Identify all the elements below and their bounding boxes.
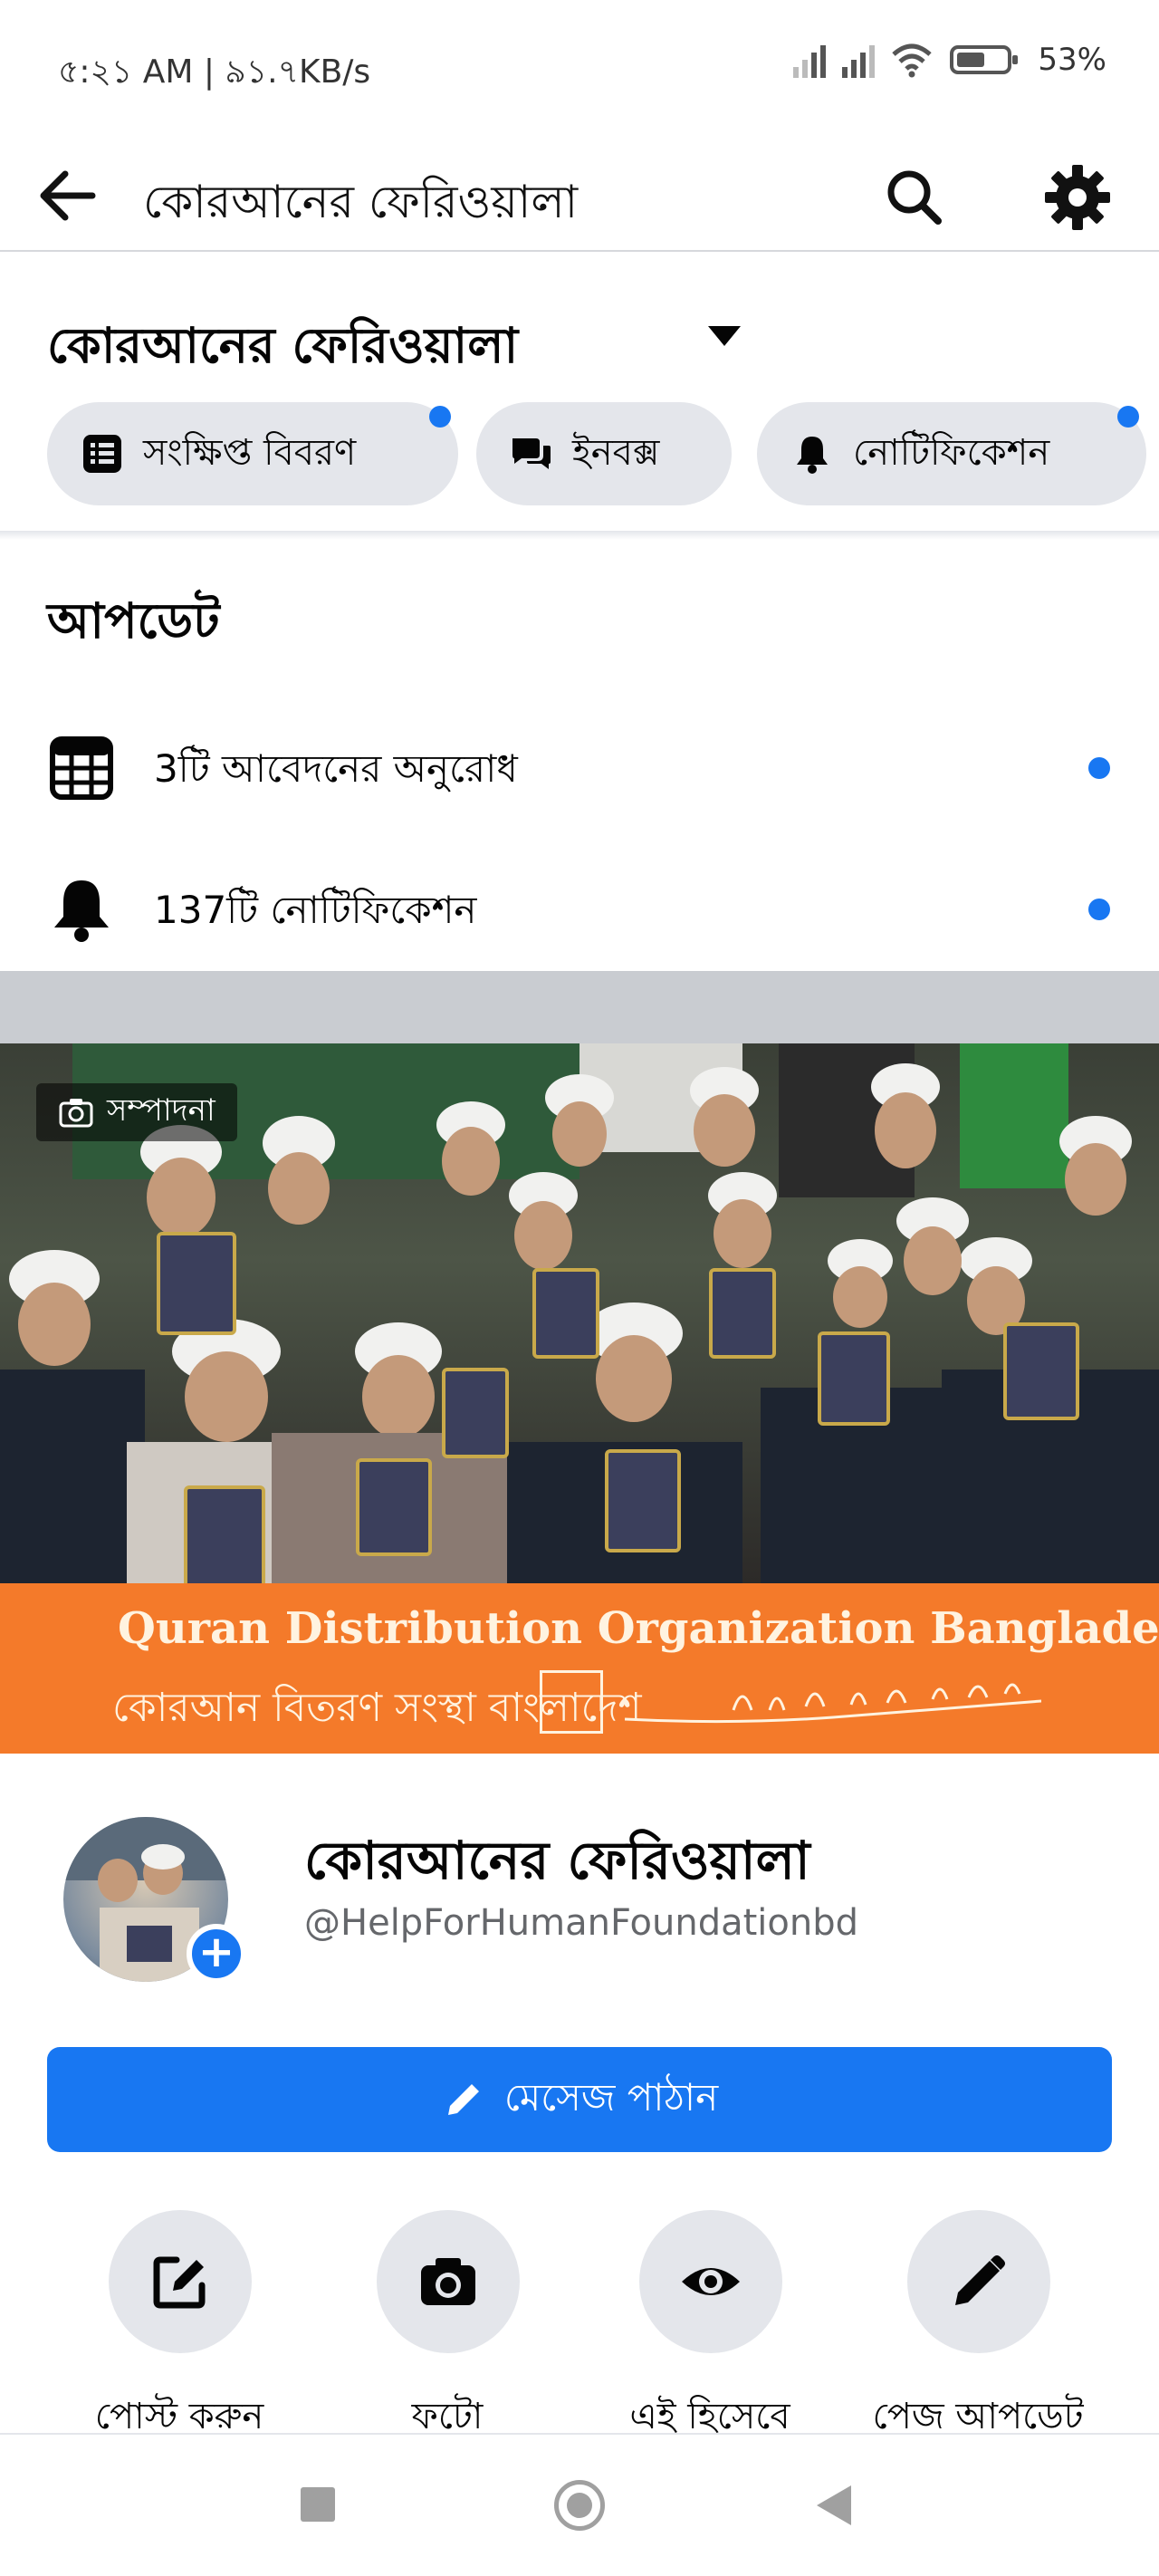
caret-down-icon[interactable] <box>704 322 744 350</box>
gear-icon[interactable] <box>1039 159 1116 235</box>
camera-icon <box>59 1099 93 1128</box>
photo-button[interactable] <box>377 2210 520 2353</box>
view-as-button[interactable] <box>639 2210 782 2353</box>
list-icon <box>83 435 121 473</box>
divider-line <box>0 2433 1159 2435</box>
app-header: কোরআনের ফেরিওয়ালা <box>0 136 1159 252</box>
page-update-label: পেজ আপডেট <box>872 2396 1084 2437</box>
wifi-icon <box>892 43 933 78</box>
battery-percent: 53% <box>1038 42 1106 78</box>
update-notifications-row[interactable]: 137টি নোটিফিকেশন <box>0 846 1159 955</box>
notifications-text: 137টি নোটিফিকেশন <box>154 888 477 932</box>
view-as-label: এই হিসেবে <box>629 2396 790 2437</box>
page-update-button[interactable] <box>907 2210 1050 2353</box>
requests-text: 3টি আবেদনের অনুরোধ <box>154 746 518 791</box>
create-post-button[interactable] <box>109 2210 252 2353</box>
search-icon[interactable] <box>878 161 951 234</box>
compose-icon <box>153 2256 206 2309</box>
profile-handle: @HelpForHumanFoundationbd <box>304 1902 859 1944</box>
organization-logo-icon <box>540 1670 603 1734</box>
new-indicator-dot <box>1117 406 1139 428</box>
chat-bubbles-icon <box>512 438 551 469</box>
about-pill-label: সংক্ষিপ্ত বিবরণ <box>143 431 357 474</box>
edit-cover-label: সম্পাদনা <box>107 1091 216 1129</box>
section-divider <box>0 971 1159 1043</box>
notifications-pill-label: নোটিফিকেশন <box>853 431 1050 474</box>
status-bar: ৫:২১ AM | ৯১.৭KB/s 53% <box>0 0 1159 136</box>
view-as-action[interactable]: এই হিসেবে <box>601 2210 819 2437</box>
status-icons: 53% <box>793 42 1106 78</box>
add-profile-photo-icon[interactable]: + <box>187 1924 246 1984</box>
photo-label: ফটো <box>411 2396 484 2437</box>
photo-action[interactable]: ফটো <box>339 2210 556 2437</box>
signal-icon <box>842 42 876 78</box>
updates-heading: আপডেট <box>47 592 220 649</box>
create-post-action[interactable]: পোস্ট করুন <box>71 2210 288 2437</box>
profile-name: কোরআনের ফেরিওয়ালা <box>304 1830 810 1891</box>
update-requests-row[interactable]: 3টি আবেদনের অনুরোধ <box>0 705 1159 813</box>
notifications-pill[interactable]: নোটিফিকেশন <box>757 402 1146 505</box>
bell-icon <box>797 437 828 474</box>
pencil-icon <box>955 2255 1005 2305</box>
page-name[interactable]: কোরআনের ফেরিওয়ালা <box>47 308 518 389</box>
send-message-button[interactable]: মেসেজ পাঠান <box>47 2047 1112 2152</box>
back-arrow-icon[interactable] <box>33 159 105 232</box>
battery-icon <box>950 45 1019 74</box>
cover-banner: Quran Distribution Organization Banglade… <box>0 1583 1159 1754</box>
header-title: কোরআনের ফেরিওয়ালা <box>143 176 579 228</box>
home-icon[interactable] <box>554 2480 605 2531</box>
section-divider <box>0 531 1159 540</box>
system-nav-bar <box>0 2446 1159 2576</box>
recents-icon[interactable] <box>301 2487 335 2522</box>
inbox-pill-label: ইনবক্স <box>572 431 660 474</box>
camera-icon <box>421 2258 475 2305</box>
create-post-label: পোস্ট করুন <box>94 2396 264 2437</box>
unread-dot <box>1088 757 1110 779</box>
calligraphy-graphic <box>625 1683 1041 1724</box>
pencil-icon <box>447 2084 479 2115</box>
status-time: ৫:২১ AM | ৯১.৭KB/s <box>58 53 371 91</box>
about-pill[interactable]: সংক্ষিপ্ত বিবরণ <box>47 402 458 505</box>
page-update-action[interactable]: পেজ আপডেট <box>869 2210 1087 2437</box>
signal-icon <box>793 42 827 78</box>
banner-english-text: Quran Distribution Organization Banglade… <box>118 1603 1159 1654</box>
back-triangle-icon[interactable] <box>817 2485 851 2525</box>
inbox-pill[interactable]: ইনবক্স <box>476 402 732 505</box>
bell-icon <box>54 880 109 942</box>
eye-icon <box>682 2268 740 2295</box>
edit-cover-button[interactable]: সম্পাদনা <box>36 1083 237 1141</box>
cover-photo[interactable]: সম্পাদনা <box>0 1043 1159 1583</box>
unread-dot <box>1088 899 1110 920</box>
new-indicator-dot <box>429 406 451 428</box>
send-message-label: মেসেজ পাঠান <box>503 2074 719 2119</box>
calendar-icon <box>50 736 113 800</box>
